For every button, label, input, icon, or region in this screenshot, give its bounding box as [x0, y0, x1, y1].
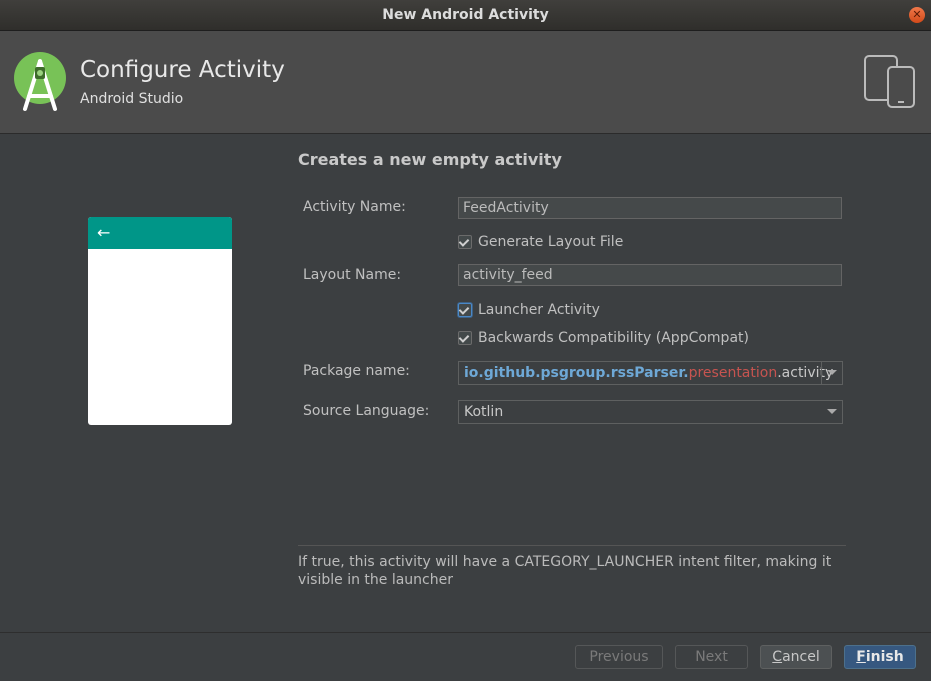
- package-dropdown-button[interactable]: [821, 362, 842, 384]
- package-middle: presentation: [688, 365, 778, 381]
- page-title: Configure Activity: [80, 57, 285, 83]
- package-name-combo[interactable]: io.github.psgroup.rssParser.presentation…: [458, 361, 843, 385]
- source-language-select[interactable]: Kotlin: [458, 400, 843, 424]
- generate-layout-label: Generate Layout File: [478, 234, 624, 250]
- package-prefix: io.github.psgroup.rssParser.: [464, 365, 689, 381]
- checkbox-box[interactable]: [458, 303, 472, 317]
- cancel-mnemonic: C: [772, 649, 783, 665]
- devices-icon: [864, 55, 915, 108]
- activity-preview: ←: [88, 217, 232, 425]
- form-heading: Creates a new empty activity: [298, 150, 562, 169]
- layout-name-label: Layout Name:: [303, 267, 402, 283]
- package-name-label: Package name:: [303, 363, 410, 379]
- chevron-down-icon: [827, 370, 837, 375]
- window-titlebar: New Android Activity ✕: [0, 0, 931, 31]
- cancel-label: ancel: [782, 649, 820, 665]
- finish-button[interactable]: Finish: [844, 645, 916, 669]
- android-studio-logo-icon: [14, 52, 66, 111]
- check-icon: [458, 304, 470, 315]
- cancel-button[interactable]: Cancel: [760, 645, 832, 669]
- activity-name-label: Activity Name:: [303, 199, 406, 215]
- close-icon[interactable]: ✕: [909, 7, 925, 23]
- source-language-label: Source Language:: [303, 403, 430, 419]
- next-button[interactable]: Next: [675, 645, 748, 669]
- launcher-activity-label: Launcher Activity: [478, 302, 600, 318]
- page-subtitle: Android Studio: [80, 91, 184, 107]
- activity-name-input[interactable]: FeedActivity: [458, 197, 842, 219]
- finish-label: inish: [865, 649, 904, 665]
- backwards-compat-label: Backwards Compatibility (AppCompat): [478, 330, 749, 346]
- layout-name-input[interactable]: activity_feed: [458, 264, 842, 286]
- previous-button[interactable]: Previous: [575, 645, 663, 669]
- check-icon: [458, 236, 470, 247]
- back-arrow-icon: ←: [97, 223, 111, 242]
- field-description: If true, this activity will have a CATEG…: [298, 554, 832, 588]
- chevron-down-icon: [827, 409, 837, 414]
- language-dropdown-button[interactable]: [822, 401, 842, 423]
- window-title: New Android Activity: [382, 7, 549, 23]
- source-language-value: Kotlin: [464, 404, 504, 420]
- checkbox-box[interactable]: [458, 235, 472, 249]
- checkbox-box[interactable]: [458, 331, 472, 345]
- dialog-header: Configure Activity Android Studio: [0, 31, 931, 134]
- description-divider: [298, 545, 846, 546]
- check-icon: [458, 332, 470, 343]
- preview-app-bar: ←: [88, 217, 232, 249]
- finish-mnemonic: F: [856, 649, 866, 665]
